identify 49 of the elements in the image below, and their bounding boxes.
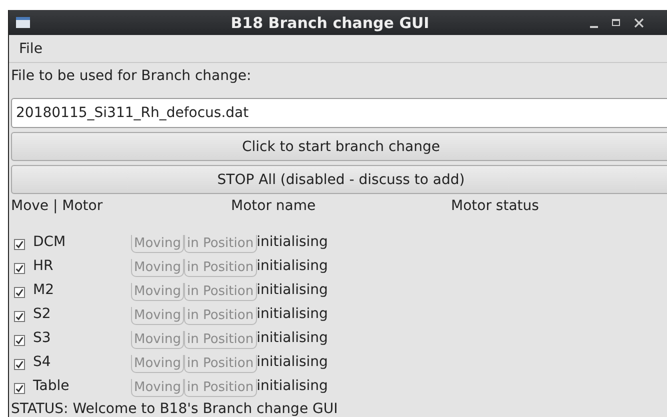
column-header: Motor name — [231, 198, 317, 214]
motor-status: initialising — [256, 282, 328, 298]
status-indicator: Moving — [131, 355, 184, 373]
minimize-icon[interactable] — [590, 26, 598, 28]
close-icon[interactable] — [634, 18, 644, 28]
status-indicator: Moving — [131, 259, 184, 277]
checkbox[interactable] — [14, 238, 25, 250]
motor-label: HR — [33, 258, 54, 274]
checkbox[interactable] — [14, 262, 25, 274]
motor-status: initialising — [256, 234, 328, 250]
window-title: B18 Branch change GUI — [230, 14, 430, 32]
motor-status: initialising — [256, 354, 328, 370]
motor-status: initialising — [256, 378, 328, 394]
motor-status: initialising — [256, 258, 328, 274]
action-button[interactable]: Click to start branch change — [11, 132, 667, 161]
motor-label: Table — [33, 378, 70, 394]
status-indicator: Moving — [131, 235, 184, 253]
column-header: Move | Motor — [11, 198, 104, 214]
motor-label: S3 — [33, 330, 52, 346]
status-indicator: Moving — [131, 283, 184, 301]
window-icon — [16, 17, 30, 28]
status-indicator: Moving — [131, 331, 184, 349]
menu-item[interactable]: File — [19, 40, 42, 56]
status-indicator: in Position — [184, 235, 257, 253]
status-indicator: in Position — [184, 355, 257, 373]
motor-label: DCM — [33, 234, 67, 250]
status-indicator: in Position — [184, 283, 257, 301]
motor-label: M2 — [33, 282, 55, 298]
checkbox[interactable] — [14, 358, 25, 370]
checkbox[interactable] — [14, 310, 25, 322]
motor-status: initialising — [256, 330, 328, 346]
checkbox[interactable] — [14, 334, 25, 346]
status-indicator: in Position — [184, 259, 257, 277]
motor-label: S4 — [33, 354, 52, 370]
file-label: File to be used for Branch change: — [11, 67, 252, 86]
status-indicator: Moving — [131, 307, 184, 325]
checkbox[interactable] — [14, 382, 25, 394]
column-header: Motor status — [451, 198, 539, 214]
status-text: STATUS: Welcome to B18's Branch change GUI — [11, 400, 339, 417]
status-indicator: in Position — [184, 331, 257, 349]
action-button[interactable]: STOP All (disabled - discuss to add) — [11, 165, 667, 194]
checkbox[interactable] — [14, 286, 25, 298]
status-indicator: in Position — [184, 379, 257, 397]
motor-status: initialising — [256, 306, 328, 322]
maximize-icon[interactable] — [612, 19, 620, 26]
file-field[interactable]: 20180115_Si311_Rh_defocus.dat — [11, 98, 667, 128]
status-indicator: Moving — [131, 379, 184, 397]
status-indicator: in Position — [184, 307, 257, 325]
motor-label: S2 — [33, 306, 52, 322]
